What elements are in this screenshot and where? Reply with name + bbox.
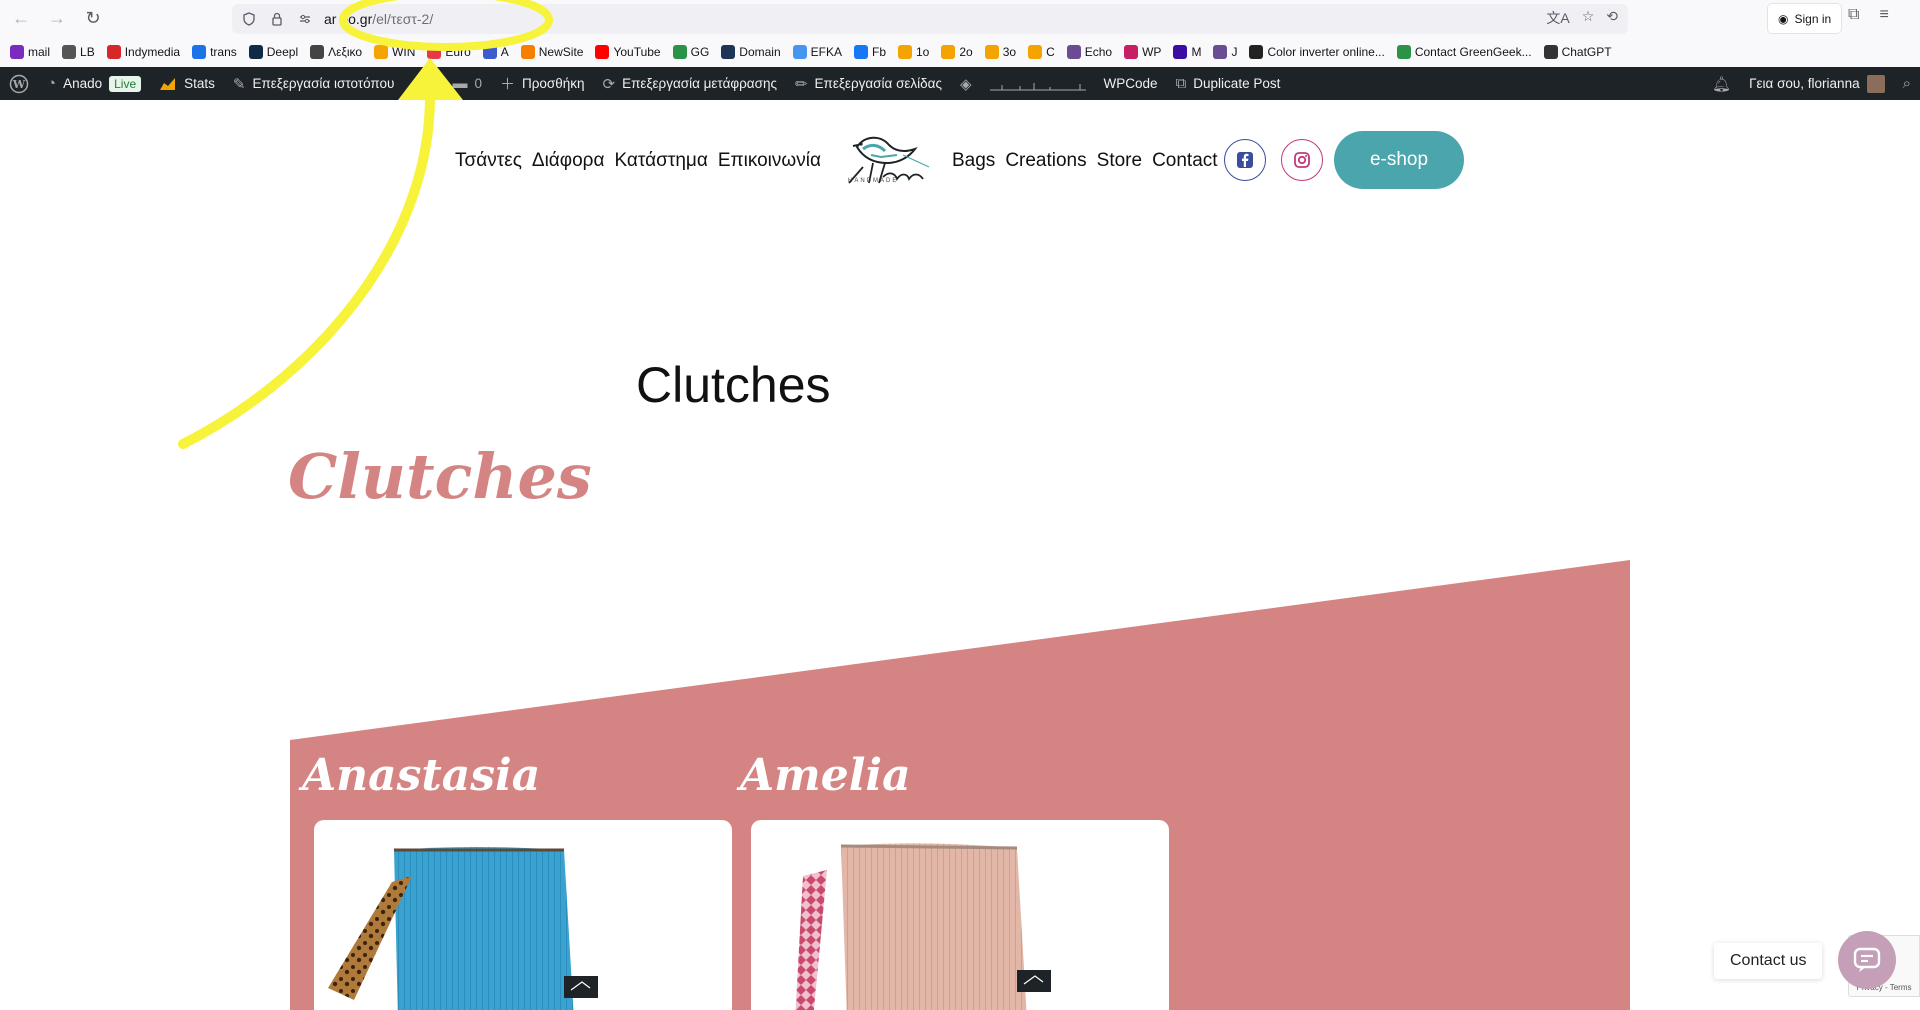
contact-us-text: Contact us [1730,952,1807,969]
chat-icon [1853,947,1881,972]
chat-button[interactable] [1838,931,1896,989]
screen: ← → ↻ ar do.gr/el/τεστ-2/ 文A ☆ ⟲ ◉ Sign … [0,0,1920,1010]
highlight-annotation [178,0,553,449]
contact-us-label[interactable]: Contact us [1714,943,1823,979]
